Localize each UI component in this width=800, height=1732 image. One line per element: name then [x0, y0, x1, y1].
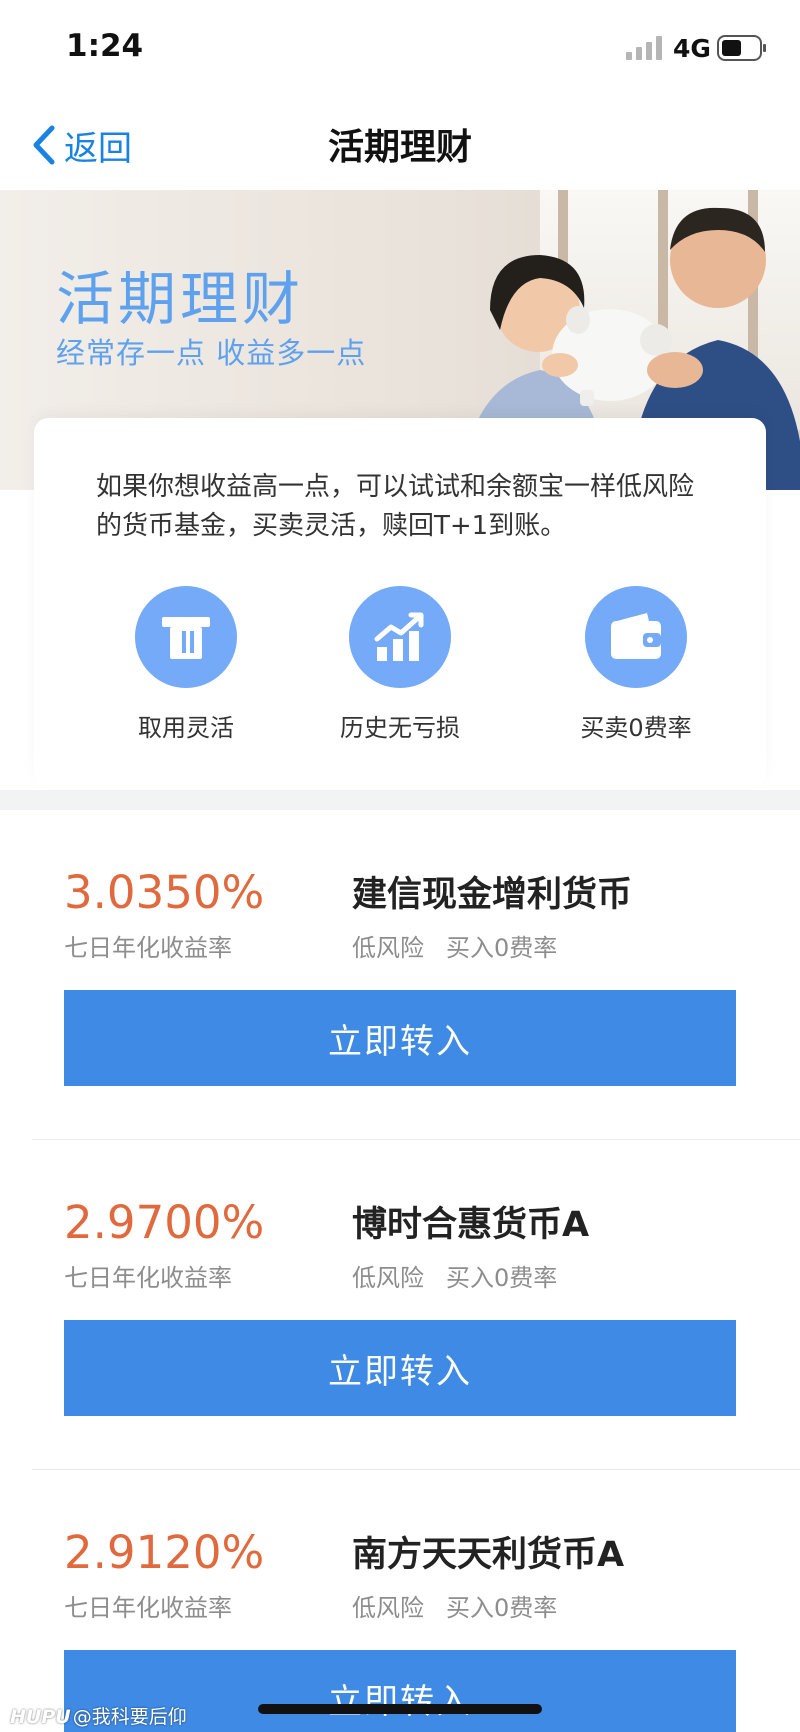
network-type: 4G [673, 34, 711, 63]
nav-bar: 返回 活期理财 [0, 100, 800, 191]
feature-label: 买卖0费率 [580, 714, 692, 742]
fund-tags: 低风险 买入0费率 [352, 1588, 557, 1623]
fee-tag: 买入0费率 [446, 934, 558, 962]
status-time: 1:24 [66, 28, 144, 64]
signal-icon [626, 36, 662, 60]
yield-rate-label: 七日年化收益率 [64, 1594, 232, 1622]
card-icon [135, 586, 237, 688]
watermark-text: @我科要后仰 [72, 1706, 187, 1728]
feature-no-loss: 历史无亏损 [300, 586, 500, 743]
banner-subtitle: 经常存一点 收益多一点 [56, 336, 367, 370]
page-title: 活期理财 [327, 127, 472, 168]
fund-card: 2.9700% 七日年化收益率 博时合惠货币A 低风险 买入0费率 立即转入 [0, 1140, 800, 1470]
fund-tags: 低风险 买入0费率 [352, 928, 557, 963]
home-indicator[interactable] [258, 1704, 542, 1714]
yield-rate-label: 七日年化收益率 [64, 1264, 232, 1292]
yield-rate: 3.0350% [64, 866, 265, 919]
chart-up-icon [349, 586, 451, 688]
feature-label: 历史无亏损 [340, 714, 460, 742]
fee-tag: 买入0费率 [446, 1594, 558, 1622]
feature-zero-fee: 买卖0费率 [536, 586, 736, 743]
feature-list: 取用灵活 历史无亏损 买卖0费率 [34, 586, 766, 756]
fund-name: 博时合惠货币A [352, 1205, 590, 1245]
feature-flexible: 取用灵活 [86, 586, 286, 743]
wallet-icon [585, 586, 687, 688]
section-divider [0, 790, 800, 810]
risk-tag: 低风险 [352, 934, 424, 962]
fund-name: 南方天天利货币A [352, 1535, 625, 1575]
intro-description: 如果你想收益高一点，可以试试和余额宝一样低风险的货币基金，买卖灵活，赎回T+1到… [96, 472, 695, 541]
banner-title: 活期理财 [56, 265, 305, 333]
yield-rate: 2.9700% [64, 1196, 265, 1249]
intro-card: 如果你想收益高一点，可以试试和余额宝一样低风险的货币基金，买卖灵活，赎回T+1到… [34, 418, 766, 788]
fund-card: 3.0350% 七日年化收益率 建信现金增利货币 低风险 买入0费率 立即转入 [0, 810, 800, 1140]
transfer-in-button[interactable]: 立即转入 [64, 1320, 736, 1416]
watermark: HUPU @我科要后仰 [10, 1702, 187, 1729]
fund-name: 建信现金增利货币 [352, 875, 633, 915]
status-bar: 1:24 4G [0, 0, 800, 100]
yield-rate: 2.9120% [64, 1526, 265, 1579]
fee-tag: 买入0费率 [446, 1264, 558, 1292]
fund-tags: 低风险 买入0费率 [352, 1258, 557, 1293]
watermark-brand: HUPU [10, 1706, 71, 1728]
transfer-in-button[interactable]: 立即转入 [64, 990, 736, 1086]
risk-tag: 低风险 [352, 1594, 424, 1622]
battery-icon [717, 35, 766, 61]
fund-card: 2.9120% 七日年化收益率 南方天天利货币A 低风险 买入0费率 立即转入 [0, 1470, 800, 1732]
risk-tag: 低风险 [352, 1264, 424, 1292]
feature-label: 取用灵活 [138, 714, 234, 742]
yield-rate-label: 七日年化收益率 [64, 934, 232, 962]
